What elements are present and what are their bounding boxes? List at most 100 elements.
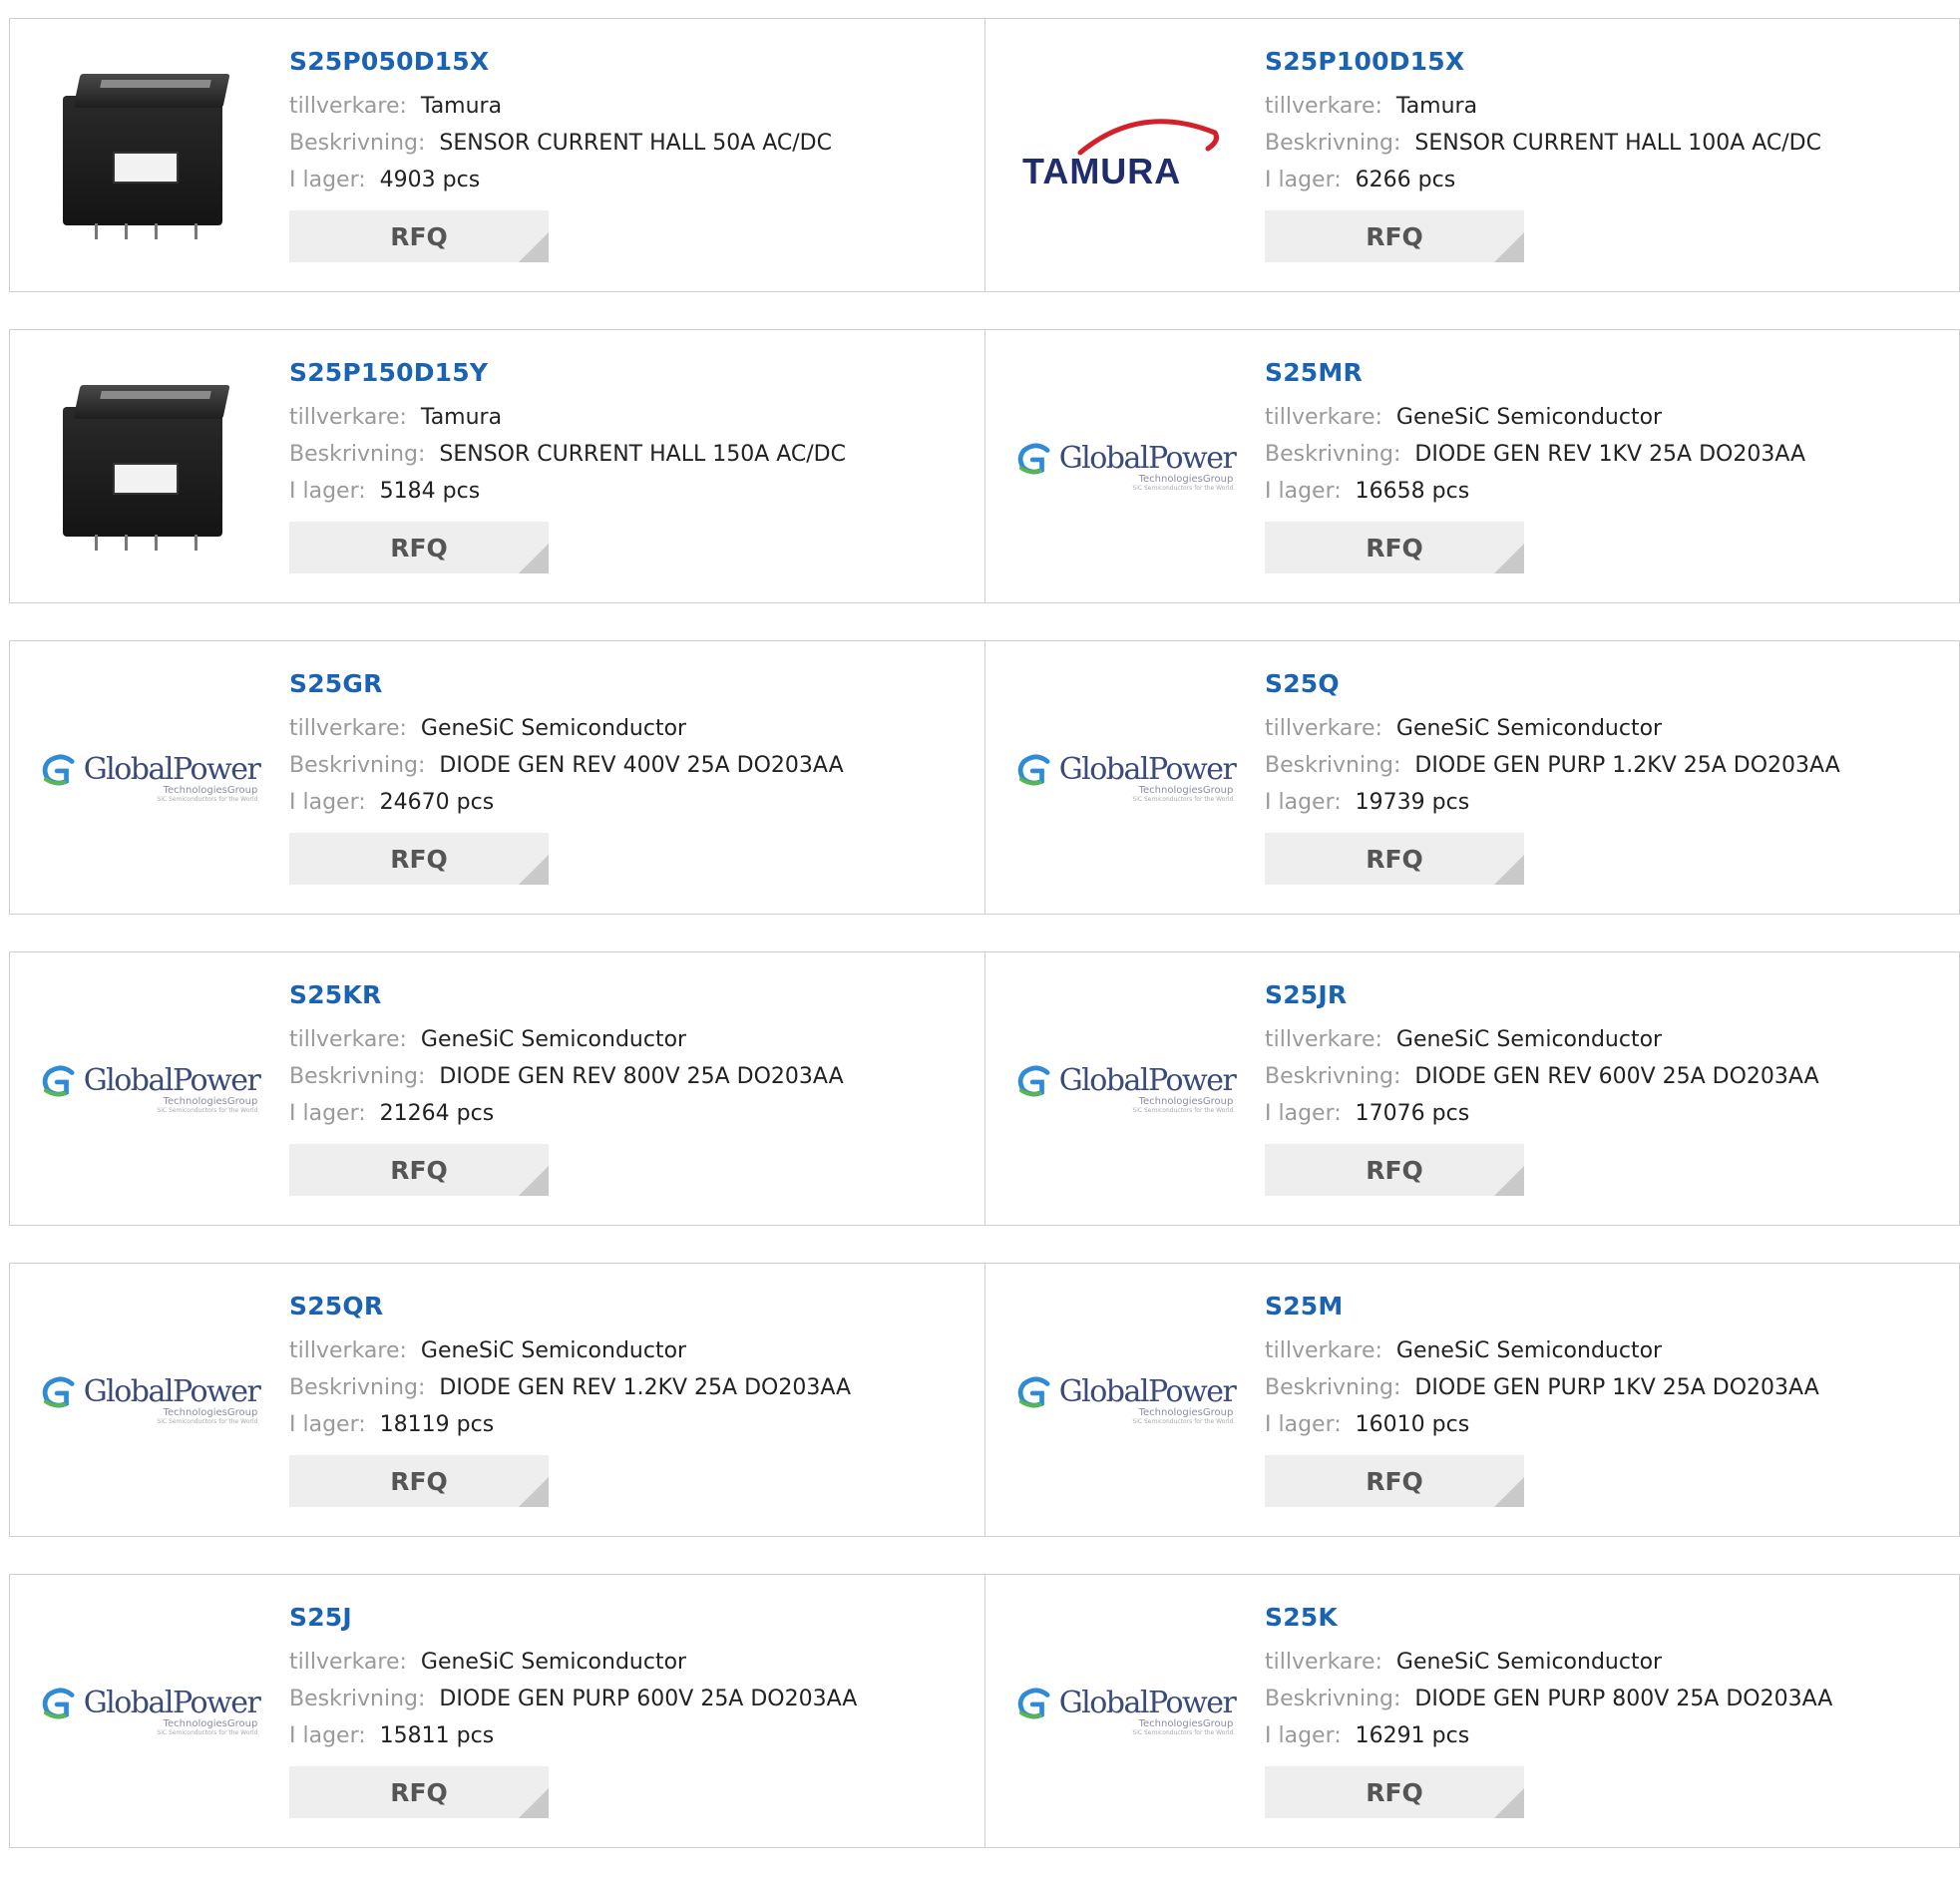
stock-value: 4903 pcs	[379, 168, 481, 192]
part-number-link[interactable]: S25MR	[1265, 358, 1805, 387]
rfq-button[interactable]: RFQ	[289, 1766, 549, 1818]
description-line: Beskrivning: DIODE GEN PURP 600V 25A DO20…	[289, 1681, 857, 1717]
product-image[interactable]: GlobalPower TechnologiesGroup SiC Semicond…	[1015, 367, 1237, 566]
globalpower-logo: GlobalPower TechnologiesGroup SiC Semicond…	[40, 752, 261, 803]
globalpower-logo: GlobalPower TechnologiesGroup SiC Semicond…	[1015, 1374, 1237, 1425]
part-number-link[interactable]: S25P150D15Y	[289, 358, 846, 387]
rfq-button[interactable]: RFQ	[1265, 210, 1524, 262]
manufacturer-value: GeneSiC Semiconductor	[420, 1650, 687, 1675]
rfq-button[interactable]: RFQ	[289, 833, 549, 885]
globalpower-swirl-icon	[42, 1064, 75, 1096]
stock-line: I lager: 24670 pcs	[289, 784, 844, 821]
product-grid: S25P050D15X tillverkare: Tamura Beskrivni…	[9, 18, 1960, 1885]
product-info: S25P050D15X tillverkare: Tamura Beskrivni…	[289, 47, 832, 262]
part-number-link[interactable]: S25P100D15X	[1265, 47, 1821, 76]
product-card: S25P150D15Y tillverkare: Tamura Beskrivni…	[10, 330, 984, 602]
manufacturer-label: tillverkare:	[1265, 1650, 1382, 1675]
product-image[interactable]	[40, 56, 259, 255]
product-card: GlobalPower TechnologiesGroup SiC Semicond…	[984, 1264, 1959, 1536]
manufacturer-line: tillverkare: GeneSiC Semiconductor	[1265, 1332, 1819, 1369]
part-number-link[interactable]: S25KR	[289, 980, 844, 1009]
globalpower-logo: GlobalPower TechnologiesGroup SiC Semicond…	[40, 1374, 261, 1425]
rfq-button[interactable]: RFQ	[1265, 1766, 1524, 1818]
part-number-link[interactable]: S25K	[1265, 1603, 1832, 1632]
manufacturer-value: GeneSiC Semiconductor	[1395, 716, 1663, 741]
globalpower-logo: GlobalPower TechnologiesGroup SiC Semicond…	[1015, 752, 1237, 803]
manufacturer-value: Tamura	[1395, 94, 1478, 119]
product-info: S25QR tillverkare: GeneSiC Semiconductor …	[289, 1292, 851, 1507]
part-number-link[interactable]: S25J	[289, 1603, 857, 1632]
product-image[interactable]: GlobalPower TechnologiesGroup SiC Semicond…	[40, 1612, 261, 1811]
manufacturer-label: tillverkare:	[1265, 1338, 1382, 1363]
product-image[interactable]: GlobalPower TechnologiesGroup SiC Semicond…	[40, 989, 261, 1189]
globalpower-logo-tagline: SiC Semiconductors for the World	[1132, 796, 1234, 803]
product-info: S25KR tillverkare: GeneSiC Semiconductor …	[289, 980, 844, 1196]
manufacturer-line: tillverkare: Tamura	[289, 88, 832, 125]
description-label: Beskrivning:	[289, 753, 426, 778]
description-label: Beskrivning:	[1265, 131, 1401, 156]
stock-value: 16291 pcs	[1355, 1723, 1470, 1748]
description-value: DIODE GEN PURP 1KV 25A DO203AA	[1414, 1375, 1819, 1400]
globalpower-logo-text: GlobalPower	[1058, 441, 1237, 476]
product-image[interactable]: GlobalPower TechnologiesGroup SiC Semicond…	[40, 1301, 261, 1500]
globalpower-logo-text: GlobalPower	[1058, 1686, 1237, 1720]
description-label: Beskrivning:	[289, 1064, 426, 1089]
globalpower-logo: GlobalPower TechnologiesGroup SiC Semicond…	[40, 1686, 261, 1736]
stock-label: I lager:	[1265, 1101, 1342, 1126]
manufacturer-value: GeneSiC Semiconductor	[1395, 1027, 1663, 1052]
globalpower-logo-subtitle: TechnologiesGroup	[163, 1096, 258, 1107]
product-card: GlobalPower TechnologiesGroup SiC Semicond…	[984, 1575, 1959, 1847]
description-label: Beskrivning:	[289, 1375, 426, 1400]
rfq-label: RFQ	[1366, 221, 1423, 251]
stock-label: I lager:	[289, 1723, 366, 1748]
part-number-link[interactable]: S25M	[1265, 1292, 1819, 1320]
globalpower-logo-subtitle: TechnologiesGroup	[1138, 474, 1234, 485]
part-number-link[interactable]: S25GR	[289, 669, 844, 698]
description-line: Beskrivning: DIODE GEN REV 1KV 25A DO203A…	[1265, 436, 1805, 473]
rfq-button[interactable]: RFQ	[1265, 833, 1524, 885]
product-image[interactable]: GlobalPower TechnologiesGroup SiC Semicond…	[1015, 1612, 1237, 1811]
manufacturer-value: GeneSiC Semiconductor	[420, 716, 687, 741]
stock-value: 17076 pcs	[1355, 1101, 1470, 1126]
product-image[interactable]: TAMURA	[1015, 56, 1235, 255]
description-line: Beskrivning: DIODE GEN REV 800V 25A DO203…	[289, 1058, 844, 1095]
stock-line: I lager: 6266 pcs	[1265, 162, 1821, 198]
product-image[interactable]: GlobalPower TechnologiesGroup SiC Semicond…	[1015, 1301, 1237, 1500]
globalpower-logo-subtitle: TechnologiesGroup	[163, 1407, 258, 1418]
rfq-button[interactable]: RFQ	[289, 1455, 549, 1507]
stock-line: I lager: 17076 pcs	[1265, 1095, 1819, 1132]
rfq-corner-decoration	[1494, 232, 1524, 262]
manufacturer-line: tillverkare: GeneSiC Semiconductor	[289, 1021, 844, 1058]
part-number-link[interactable]: S25Q	[1265, 669, 1840, 698]
product-card: GlobalPower TechnologiesGroup SiC Semicond…	[984, 330, 1959, 602]
manufacturer-line: tillverkare: GeneSiC Semiconductor	[1265, 399, 1805, 436]
product-image[interactable]	[40, 367, 259, 566]
manufacturer-label: tillverkare:	[1265, 1027, 1382, 1052]
product-row: GlobalPower TechnologiesGroup SiC Semicond…	[9, 640, 1960, 915]
part-number-link[interactable]: S25JR	[1265, 980, 1819, 1009]
stock-line: I lager: 15811 pcs	[289, 1717, 857, 1754]
stock-label: I lager:	[289, 1101, 366, 1126]
rfq-button[interactable]: RFQ	[289, 522, 549, 573]
rfq-button[interactable]: RFQ	[1265, 1455, 1524, 1507]
product-card: GlobalPower TechnologiesGroup SiC Semicond…	[984, 641, 1959, 914]
rfq-button[interactable]: RFQ	[289, 210, 549, 262]
rfq-button[interactable]: RFQ	[289, 1144, 549, 1196]
product-card: TAMURA S25P100D15X tillverkare: Tamura Be…	[984, 19, 1959, 291]
part-number-link[interactable]: S25P050D15X	[289, 47, 832, 76]
globalpower-logo-tagline: SiC Semiconductors for the World	[1132, 485, 1234, 492]
rfq-button[interactable]: RFQ	[1265, 522, 1524, 573]
description-label: Beskrivning:	[289, 442, 426, 467]
part-number-link[interactable]: S25QR	[289, 1292, 851, 1320]
stock-line: I lager: 16291 pcs	[1265, 1717, 1832, 1754]
globalpower-logo-text: GlobalPower	[83, 1686, 261, 1720]
product-image[interactable]: GlobalPower TechnologiesGroup SiC Semicond…	[1015, 678, 1237, 878]
stock-value: 15811 pcs	[379, 1723, 495, 1748]
product-card: GlobalPower TechnologiesGroup SiC Semicond…	[10, 952, 984, 1225]
product-card: GlobalPower TechnologiesGroup SiC Semicond…	[10, 1264, 984, 1536]
globalpower-swirl-icon	[1017, 753, 1050, 785]
product-image[interactable]: GlobalPower TechnologiesGroup SiC Semicond…	[1015, 989, 1237, 1189]
rfq-button[interactable]: RFQ	[1265, 1144, 1524, 1196]
product-image[interactable]: GlobalPower TechnologiesGroup SiC Semicond…	[40, 678, 261, 878]
product-info: S25M tillverkare: GeneSiC Semiconductor B…	[1265, 1292, 1819, 1507]
